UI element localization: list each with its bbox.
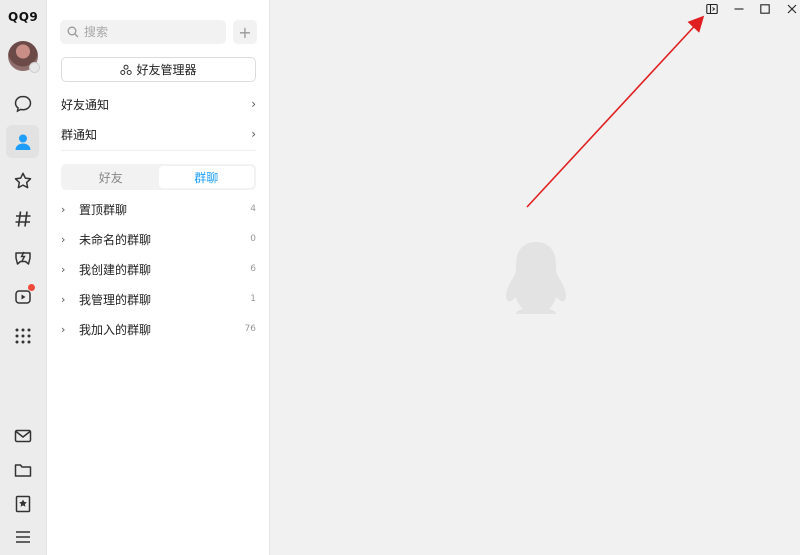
group-category-row[interactable]: › 我创建的群聊 6: [61, 258, 256, 280]
group-category-count: 6: [250, 264, 256, 274]
group-category-name: 我创建的群聊: [79, 262, 152, 277]
rail-contacts-button[interactable]: [6, 125, 39, 158]
close-icon: [787, 4, 797, 14]
apps-grid-icon: [15, 328, 30, 343]
group-notice-label: 群通知: [61, 127, 98, 142]
friend-manager-button[interactable]: 好友管理器: [61, 57, 256, 82]
group-category-row[interactable]: › 置顶群聊 4: [61, 198, 256, 220]
chevron-right-icon: ›: [61, 292, 66, 306]
rail-menu-button[interactable]: [6, 520, 39, 553]
chevron-right-icon: ›: [61, 262, 66, 276]
hashtag-icon: [15, 210, 30, 227]
group-category-row[interactable]: › 我管理的群聊 1: [61, 288, 256, 310]
maximize-icon: [760, 4, 770, 14]
group-category-count: 1: [250, 294, 256, 304]
group-category-row[interactable]: › 未命名的群聊 0: [61, 228, 256, 250]
chevron-right-icon: ›: [61, 232, 66, 246]
tab-friends[interactable]: 好友: [63, 166, 159, 188]
star-icon: [14, 172, 31, 188]
group-category-row[interactable]: › 我加入的群聊 76: [61, 318, 256, 340]
contacts-panel: + 好友管理器 好友通知 › 群通知 › 好友 群聊 › 置顶群聊 4 › 未命…: [47, 0, 270, 555]
rail-games-button[interactable]: [6, 241, 39, 274]
maximize-button[interactable]: [753, 0, 777, 18]
minimize-button[interactable]: [727, 0, 751, 18]
contacts-person-icon: [15, 134, 30, 150]
rail-video-button[interactable]: [6, 280, 39, 313]
rail-bookmarks-button[interactable]: [6, 487, 39, 520]
chevron-right-icon: ›: [61, 322, 66, 336]
sidebar-toggle-button[interactable]: [700, 0, 724, 18]
left-rail: QQ9: [0, 0, 47, 555]
rail-chat-button[interactable]: [6, 87, 39, 120]
tab-groups[interactable]: 群聊: [158, 166, 254, 188]
sidebar-toggle-icon: [706, 3, 718, 15]
minimize-icon: [734, 8, 744, 10]
close-button[interactable]: [780, 0, 800, 18]
app-logo: QQ9: [8, 10, 39, 24]
chat-bubble-icon: [14, 95, 31, 112]
people-manage-icon: [120, 64, 133, 75]
friend-notice-label: 好友通知: [61, 97, 110, 112]
folder-icon: [14, 463, 31, 477]
group-category-name: 置顶群聊: [79, 202, 128, 217]
rail-channels-button[interactable]: [6, 202, 39, 235]
rail-mail-button[interactable]: [6, 419, 39, 452]
chevron-right-icon: ›: [251, 97, 256, 111]
mail-icon: [14, 429, 31, 442]
rail-apps-button[interactable]: [6, 319, 39, 352]
group-category-count: 0: [250, 234, 256, 244]
rail-files-button[interactable]: [6, 453, 39, 486]
friend-notice-row[interactable]: 好友通知 ›: [61, 93, 256, 115]
chevron-right-icon: ›: [251, 127, 256, 141]
search-icon: [67, 26, 79, 38]
online-status-icon: [29, 62, 40, 73]
main-content-area: [270, 0, 800, 555]
group-category-name: 未命名的群聊: [79, 232, 152, 247]
contact-type-tabs: 好友 群聊: [61, 164, 256, 190]
bookmark-star-icon: [15, 495, 30, 512]
rail-favorites-button[interactable]: [6, 164, 39, 197]
group-category-count: 76: [244, 324, 256, 334]
search-box[interactable]: [60, 20, 226, 44]
game-icon: [14, 251, 31, 265]
group-category-name: 我加入的群聊: [79, 322, 152, 337]
friend-manager-label: 好友管理器: [136, 63, 197, 77]
group-category-name: 我管理的群聊: [79, 292, 152, 307]
add-button[interactable]: +: [233, 20, 257, 44]
notification-badge: [28, 284, 35, 291]
penguin-placeholder-icon: [505, 242, 567, 314]
group-category-count: 4: [250, 204, 256, 214]
divider: [61, 150, 256, 151]
chevron-right-icon: ›: [61, 202, 66, 216]
group-notice-row[interactable]: 群通知 ›: [61, 123, 256, 145]
search-input[interactable]: [84, 25, 224, 39]
user-avatar[interactable]: [8, 41, 40, 73]
menu-icon: [15, 530, 30, 543]
